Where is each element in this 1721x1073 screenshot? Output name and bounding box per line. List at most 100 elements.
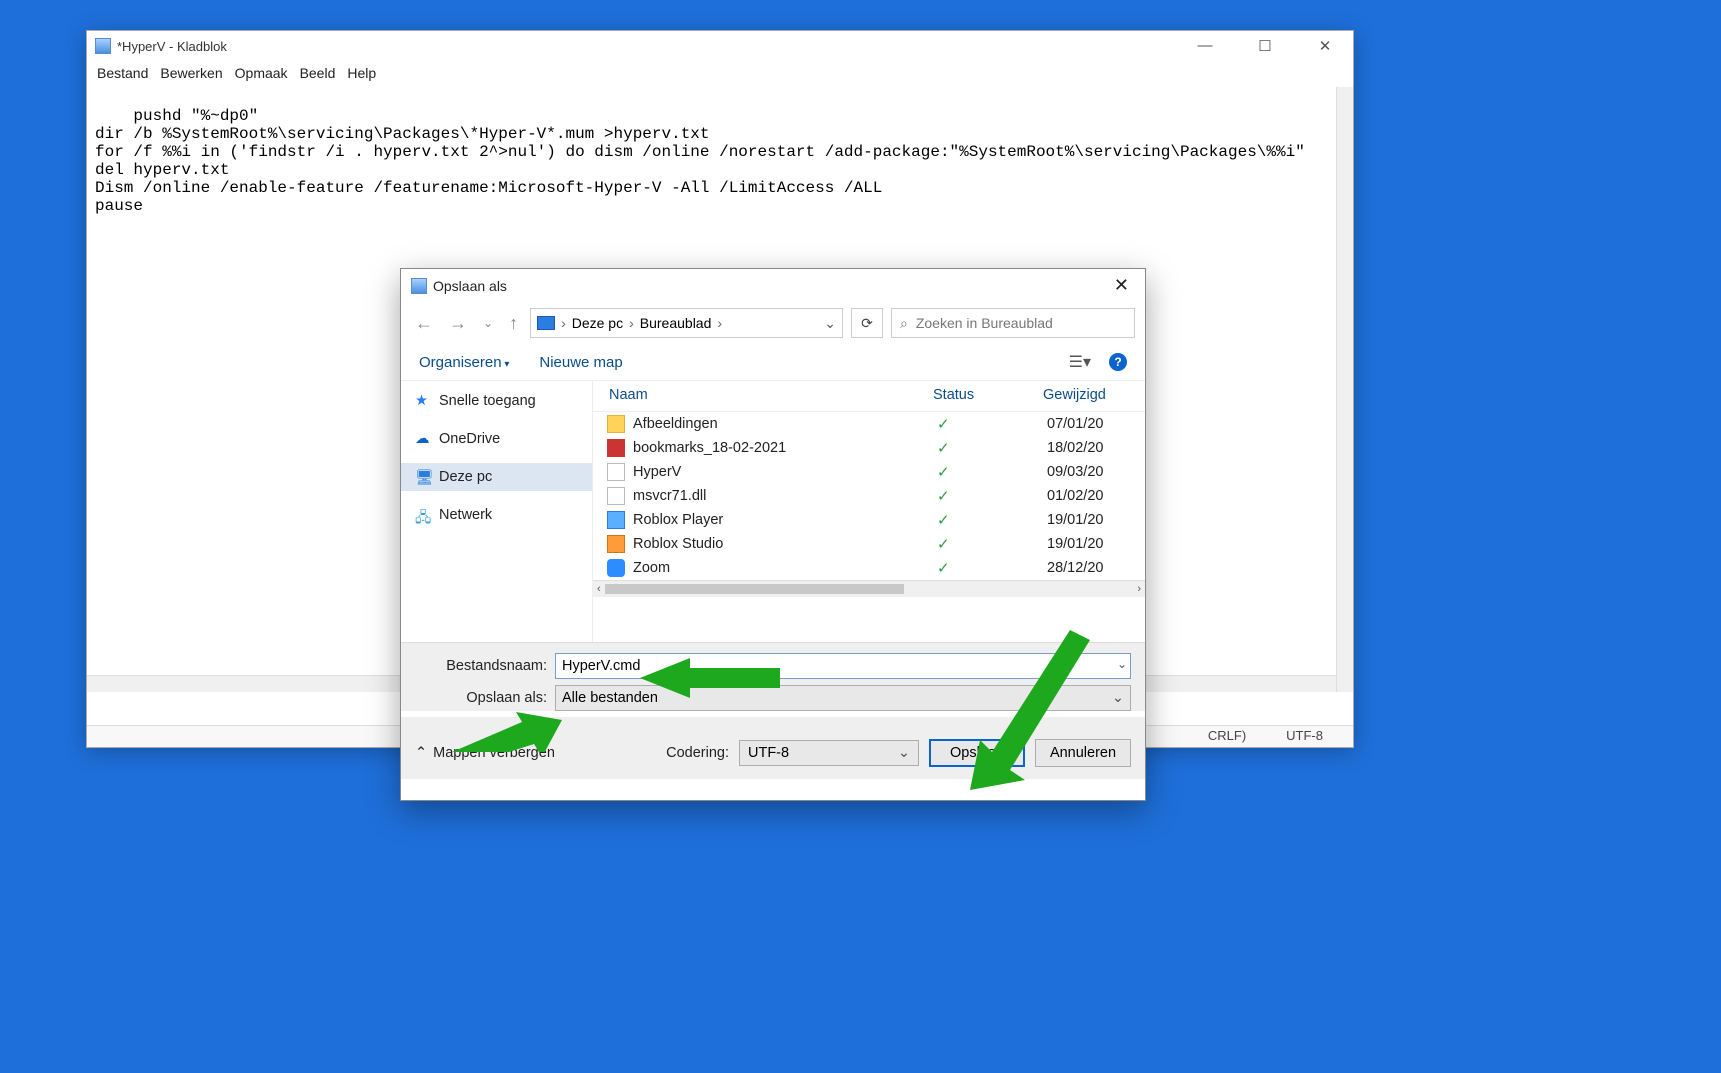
tree-onedrive[interactable]: ☁ OneDrive — [401, 425, 592, 453]
crumb-thispc[interactable]: Deze pc — [572, 315, 623, 331]
menu-format[interactable]: Opmaak — [235, 65, 288, 81]
notepad-icon — [95, 38, 111, 54]
sync-status-icon: ✓ — [937, 415, 1047, 433]
filename-label: Bestandsnaam: — [415, 658, 555, 674]
file-row[interactable]: Roblox Player✓19/01/20 — [593, 508, 1145, 532]
nav-history-icon[interactable]: ⌄ — [479, 314, 497, 332]
sync-status-icon: ✓ — [937, 559, 1047, 577]
search-input[interactable]: ⌕ Zoeken in Bureaublad — [891, 308, 1135, 338]
chevron-up-icon: ⌃ — [415, 745, 427, 761]
dialog-title: Opslaan als — [433, 278, 507, 294]
file-row[interactable]: msvcr71.dll✓01/02/20 — [593, 484, 1145, 508]
header-status[interactable]: Status — [933, 387, 1043, 403]
scrollbar-vertical[interactable] — [1336, 87, 1353, 692]
nav-tree: ★ Snelle toegang ☁ OneDrive 🖥 Deze pc 🖧 … — [401, 381, 593, 642]
address-dropdown-icon[interactable]: ⌄ — [824, 315, 836, 332]
crumb-folder[interactable]: Bureaublad — [640, 315, 712, 331]
sync-status-icon: ✓ — [937, 463, 1047, 481]
search-icon: ⌕ — [900, 315, 908, 332]
chevron-right-icon: › — [717, 315, 722, 331]
notepad-titlebar[interactable]: *HyperV - Kladblok — ☐ ✕ — [87, 31, 1353, 61]
status-encoding: UTF-8 — [1286, 728, 1323, 745]
tree-network[interactable]: 🖧 Netwerk — [401, 501, 592, 529]
maximize-button[interactable]: ☐ — [1245, 37, 1285, 55]
dialog-toolbar: Organiseren Nieuwe map ☰▾ ? — [401, 344, 1145, 381]
menu-view[interactable]: Beeld — [300, 65, 336, 81]
hide-folders-toggle[interactable]: ⌃ Mappen verbergen — [415, 745, 555, 761]
pc-icon — [537, 316, 555, 330]
sync-status-icon: ✓ — [937, 439, 1047, 457]
dialog-titlebar[interactable]: Opslaan als ✕ — [401, 269, 1145, 302]
menu-help[interactable]: Help — [347, 65, 376, 81]
notepad-content: pushd "%~dp0" dir /b %SystemRoot%\servic… — [95, 107, 1305, 215]
new-folder-button[interactable]: Nieuwe map — [539, 354, 622, 371]
file-date: 28/12/20 — [1047, 560, 1135, 576]
close-button[interactable]: ✕ — [1305, 37, 1345, 55]
encoding-label: Codering: — [666, 745, 729, 761]
menu-file[interactable]: Bestand — [97, 65, 148, 81]
nav-forward-icon[interactable]: → — [445, 311, 471, 336]
save-button[interactable]: Opslaan — [929, 739, 1025, 767]
cloud-icon: ☁ — [415, 431, 431, 447]
filetype-label: Opslaan als: — [415, 690, 555, 706]
file-date: 01/02/20 — [1047, 488, 1135, 504]
file-list: Naam Status Gewijzigd Afbeeldingen✓07/01… — [593, 381, 1145, 642]
file-type-icon — [607, 463, 625, 481]
list-hscrollbar[interactable]: ‹› — [593, 580, 1145, 597]
header-date[interactable]: Gewijzigd — [1043, 387, 1135, 403]
menu-edit[interactable]: Bewerken — [160, 65, 222, 81]
file-row[interactable]: Roblox Studio✓19/01/20 — [593, 532, 1145, 556]
nav-back-icon[interactable]: ← — [411, 311, 437, 336]
file-row[interactable]: Zoom✓28/12/20 — [593, 556, 1145, 580]
notepad-menu: Bestand Bewerken Opmaak Beeld Help — [87, 61, 1353, 87]
network-icon: 🖧 — [415, 507, 431, 523]
organise-menu[interactable]: Organiseren — [419, 354, 509, 371]
dialog-icon — [411, 278, 427, 294]
filetype-select[interactable]: Alle bestanden — [555, 685, 1131, 711]
file-date: 19/01/20 — [1047, 536, 1135, 552]
file-type-icon — [607, 511, 625, 529]
star-icon: ★ — [415, 393, 431, 409]
nav-up-icon[interactable]: ↑ — [505, 311, 522, 336]
filename-dropdown-icon[interactable]: ⌄ — [1117, 657, 1127, 671]
file-name: HyperV — [633, 464, 937, 480]
chevron-right-icon: › — [629, 315, 634, 331]
file-row[interactable]: bookmarks_18-02-2021✓18/02/20 — [593, 436, 1145, 460]
file-type-icon — [607, 487, 625, 505]
minimize-button[interactable]: — — [1185, 37, 1225, 55]
refresh-button[interactable]: ⟳ — [851, 308, 883, 338]
chevron-right-icon: › — [561, 315, 566, 331]
file-date: 18/02/20 — [1047, 440, 1135, 456]
file-date: 19/01/20 — [1047, 512, 1135, 528]
notepad-title: *HyperV - Kladblok — [117, 39, 227, 54]
file-type-icon — [607, 559, 625, 577]
view-options-icon[interactable]: ☰▾ — [1069, 352, 1091, 372]
dialog-navbar: ← → ⌄ ↑ › Deze pc › Bureaublad › ⌄ ⟳ ⌕ Z… — [401, 302, 1145, 344]
file-type-icon — [607, 415, 625, 433]
file-name: Zoom — [633, 560, 937, 576]
save-as-dialog: Opslaan als ✕ ← → ⌄ ↑ › Deze pc › Bureau… — [400, 268, 1146, 801]
file-date: 07/01/20 — [1047, 416, 1135, 432]
file-type-icon — [607, 535, 625, 553]
file-name: Afbeeldingen — [633, 416, 937, 432]
file-date: 09/03/20 — [1047, 464, 1135, 480]
file-name: Roblox Player — [633, 512, 937, 528]
file-type-icon — [607, 439, 625, 457]
encoding-select[interactable]: UTF-8 — [739, 740, 919, 766]
header-name[interactable]: Naam — [603, 387, 933, 403]
tree-quick-access[interactable]: ★ Snelle toegang — [401, 387, 592, 415]
file-row[interactable]: HyperV✓09/03/20 — [593, 460, 1145, 484]
file-row[interactable]: Afbeeldingen✓07/01/20 — [593, 412, 1145, 436]
cancel-button[interactable]: Annuleren — [1035, 739, 1131, 767]
search-placeholder: Zoeken in Bureaublad — [916, 315, 1053, 331]
help-icon[interactable]: ? — [1109, 353, 1127, 371]
file-name: bookmarks_18-02-2021 — [633, 440, 937, 456]
dialog-close-button[interactable]: ✕ — [1108, 275, 1135, 296]
pc-icon: 🖥 — [415, 469, 431, 485]
list-header[interactable]: Naam Status Gewijzigd — [593, 381, 1145, 412]
tree-this-pc[interactable]: 🖥 Deze pc — [401, 463, 592, 491]
filename-input[interactable] — [555, 653, 1131, 679]
file-name: Roblox Studio — [633, 536, 937, 552]
status-lineending: CRLF) — [1208, 728, 1246, 745]
address-bar[interactable]: › Deze pc › Bureaublad › ⌄ — [530, 308, 843, 338]
